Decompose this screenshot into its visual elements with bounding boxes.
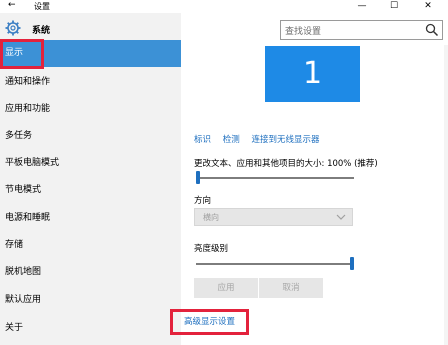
sidebar-item-default-apps[interactable]: 默认应用 [0, 287, 181, 314]
monitor-tile[interactable]: 1 [265, 46, 360, 102]
scale-slider-thumb[interactable] [196, 171, 200, 184]
detect-link[interactable]: 检测 [223, 135, 240, 145]
maximize-button[interactable]: ☐ [382, 0, 406, 13]
display-panel: 查找设置 1 标识 检测 连接到无线显示器 更改文本、应用和其他项目的大小: 1… [170, 13, 448, 345]
gear-icon [5, 20, 21, 36]
wireless-display-link[interactable]: 连接到无线显示器 [251, 135, 319, 145]
sidebar-item-multitasking[interactable]: 多任务 [0, 123, 181, 150]
sidebar: 系统 显示 通知和操作 应用和功能 多任务 平板电脑模式 节电模式 电源和睡眠 … [0, 13, 181, 345]
brightness-label: 亮度级别 [194, 244, 229, 254]
scale-label: 更改文本、应用和其他项目的大小: 100% (推荐) [194, 159, 378, 169]
window-title: 设置 [34, 2, 50, 11]
display-links: 标识 检测 连接到无线显示器 [194, 133, 328, 145]
orientation-select[interactable]: 横向 [194, 208, 353, 226]
sidebar-item-display[interactable]: 显示 [0, 40, 181, 67]
sidebar-item-power-sleep[interactable]: 电源和睡眠 [0, 205, 181, 232]
title-bar: ← 设置 — ☐ ✕ [0, 0, 448, 13]
sidebar-item-notifications[interactable]: 通知和操作 [0, 69, 181, 96]
scale-slider-track[interactable] [196, 177, 354, 179]
search-icon[interactable] [425, 23, 439, 37]
scrollbar[interactable] [444, 45, 448, 345]
search-placeholder: 查找设置 [285, 27, 322, 37]
minimize-button[interactable]: — [350, 0, 374, 13]
sidebar-header-label: 系统 [32, 26, 51, 36]
sidebar-header[interactable]: 系统 [0, 19, 181, 39]
close-button[interactable]: ✕ [416, 0, 440, 13]
sidebar-item-tablet-mode[interactable]: 平板电脑模式 [0, 150, 181, 177]
sidebar-item-apps[interactable]: 应用和功能 [0, 96, 181, 123]
sidebar-item-about[interactable]: 关于 [0, 315, 181, 342]
back-button[interactable]: ← [8, 0, 16, 10]
orientation-label: 方向 [194, 196, 212, 206]
cancel-button[interactable]: 取消 [259, 278, 323, 298]
search-input[interactable]: 查找设置 [280, 20, 443, 40]
advanced-display-settings-link[interactable]: 高级显示设置 [170, 309, 249, 335]
sidebar-item-storage[interactable]: 存储 [0, 232, 181, 259]
apply-button[interactable]: 应用 [194, 278, 258, 298]
sidebar-item-offline-maps[interactable]: 脱机地图 [0, 259, 181, 286]
sidebar-item-battery-saver[interactable]: 节电模式 [0, 177, 181, 204]
brightness-slider-track[interactable] [196, 263, 354, 265]
chevron-down-icon [336, 214, 346, 220]
orientation-value: 横向 [203, 213, 219, 222]
brightness-slider-thumb[interactable] [350, 257, 354, 270]
identify-link[interactable]: 标识 [194, 135, 211, 145]
